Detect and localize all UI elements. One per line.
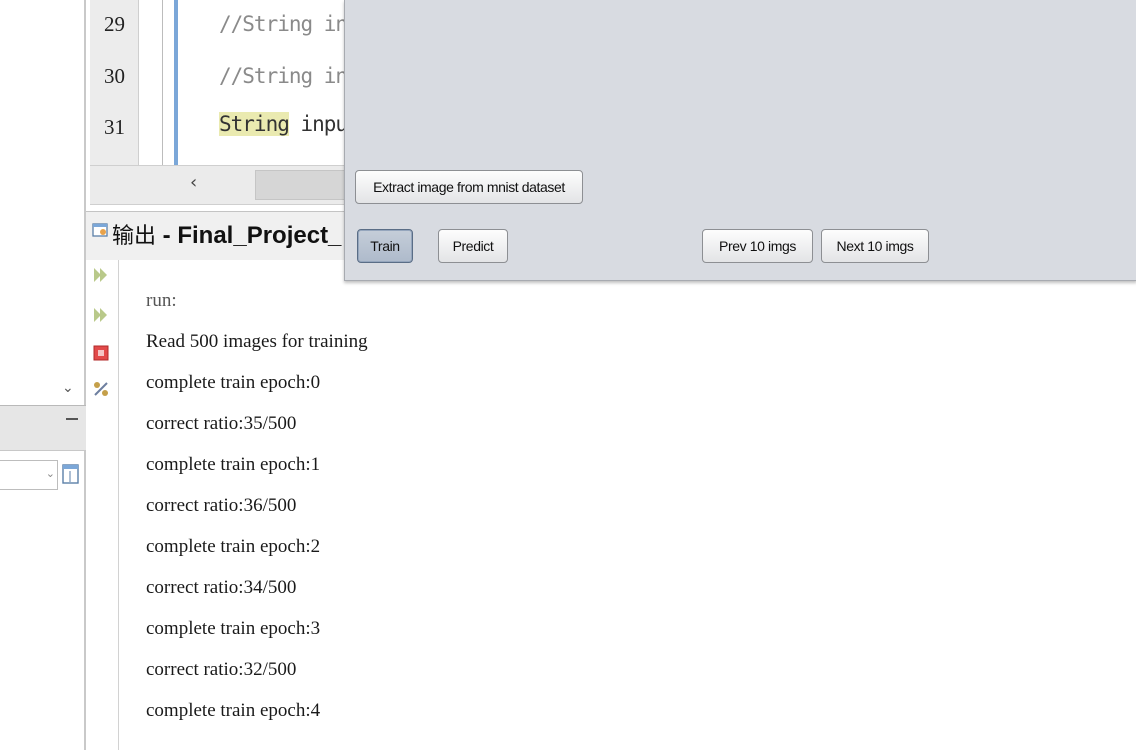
output-toolbar — [86, 260, 119, 750]
navigator-panel — [0, 0, 86, 750]
stop-icon[interactable] — [92, 344, 110, 362]
console-line: correct ratio:32/500 — [146, 659, 297, 680]
next-10-imgs-button[interactable]: Next 10 imgs — [821, 229, 929, 263]
console-line: complete train epoch:4 — [146, 700, 321, 721]
line-number: 29 — [104, 12, 125, 36]
predict-button[interactable]: Predict — [438, 229, 508, 263]
output-window-icon — [92, 223, 108, 237]
output-title-zh: 输出 — [112, 224, 157, 249]
fold-margin — [162, 0, 163, 165]
rerun-with-args-icon[interactable] — [92, 306, 110, 324]
output-title: 输出 - Final_Project_ — [112, 218, 341, 250]
console-line: correct ratio:35/500 — [146, 413, 297, 434]
code-line[interactable]: //String in — [219, 12, 348, 36]
extract-image-button[interactable]: Extract image from mnist dataset — [355, 170, 583, 204]
scrollbar-thumb[interactable] — [255, 170, 347, 200]
navigator-header — [0, 405, 86, 451]
console-line: complete train epoch:0 — [146, 372, 321, 393]
scroll-left-icon[interactable]: ‹ — [190, 172, 197, 193]
train-button[interactable]: Train — [357, 229, 413, 263]
chevron-down-icon[interactable]: ⌄ — [46, 467, 55, 480]
console-output[interactable]: run: Read 500 images for training comple… — [146, 280, 368, 731]
navigator-combo[interactable]: ⌄ — [0, 460, 58, 490]
output-project-name: Final_Project_ — [177, 222, 342, 249]
highlighted-keyword: String — [219, 112, 290, 136]
comment-text: //String in — [219, 64, 348, 88]
window-icon[interactable] — [62, 462, 80, 486]
mnist-app-window: Extract image from mnist dataset Train P… — [344, 0, 1136, 281]
console-line: complete train epoch:3 — [146, 618, 321, 639]
change-bar — [174, 0, 178, 165]
console-line: Read 500 images for training — [146, 331, 368, 352]
console-line: complete train epoch:1 — [146, 454, 321, 475]
console-line: run: — [146, 290, 177, 311]
rerun-icon[interactable] — [92, 266, 110, 284]
output-title-sep: - — [156, 222, 178, 249]
console-line: correct ratio:36/500 — [146, 495, 297, 516]
line-number: 30 — [104, 64, 125, 88]
comment-text: //String in — [219, 12, 348, 36]
console-line: complete train epoch:2 — [146, 536, 321, 557]
settings-icon[interactable] — [92, 380, 110, 398]
console-line: correct ratio:34/500 — [146, 577, 297, 598]
code-line[interactable]: String inpu — [219, 112, 349, 136]
prev-10-imgs-button[interactable]: Prev 10 imgs — [702, 229, 813, 263]
code-line[interactable]: //String in — [219, 64, 348, 88]
line-number: 31 — [104, 115, 125, 139]
code-text: inpu — [288, 112, 349, 136]
chevron-down-icon[interactable]: ⌄ — [62, 380, 74, 396]
minimize-icon[interactable] — [66, 418, 78, 420]
